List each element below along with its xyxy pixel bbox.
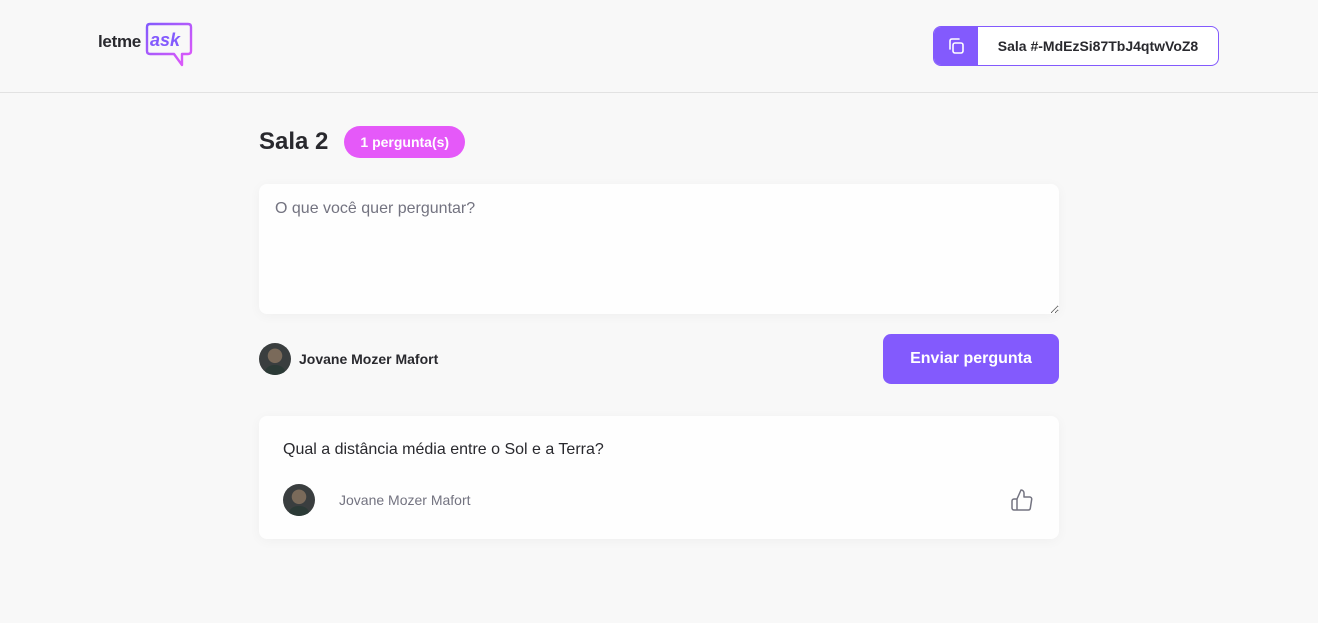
author-avatar: [283, 484, 315, 516]
form-footer: Jovane Mozer Mafort Enviar pergunta: [259, 334, 1059, 384]
copy-icon-box: [934, 27, 978, 65]
page-header: letme ask Sala #-MdEzSi87TbJ4qtwVoZ8: [0, 0, 1318, 93]
like-button[interactable]: [1009, 487, 1035, 513]
room-title: Sala 2: [259, 128, 329, 155]
thumbs-up-icon: [1011, 489, 1033, 511]
question-footer: Jovane Mozer Mafort: [283, 484, 1035, 516]
question-count-badge: 1 pergunta(s): [344, 126, 466, 158]
user-avatar: [259, 343, 291, 375]
question-text: Qual a distância média entre o Sol e a T…: [283, 441, 604, 458]
room-code-text: Sala #-MdEzSi87TbJ4qtwVoZ8: [997, 38, 1199, 54]
copy-icon: [949, 38, 964, 54]
logo-letme-text: letme: [98, 32, 141, 51]
question-author: Jovane Mozer Mafort: [283, 484, 471, 516]
send-question-button[interactable]: Enviar pergunta: [883, 334, 1059, 384]
question-card: Qual a distância média entre o Sol e a T…: [259, 416, 1059, 539]
author-name: Jovane Mozer Mafort: [339, 492, 471, 508]
room-title-row: Sala 2 1 pergunta(s): [259, 126, 1059, 158]
user-info: Jovane Mozer Mafort: [259, 343, 438, 375]
copy-room-code-button[interactable]: Sala #-MdEzSi87TbJ4qtwVoZ8: [933, 26, 1219, 66]
logo-ask-text: ask: [150, 30, 181, 50]
question-input[interactable]: [259, 184, 1059, 314]
letmeask-logo: letme ask: [98, 21, 194, 69]
room-main: Sala 2 1 pergunta(s) Jovane Mozer Mafort…: [259, 126, 1059, 539]
user-name: Jovane Mozer Mafort: [299, 351, 439, 367]
